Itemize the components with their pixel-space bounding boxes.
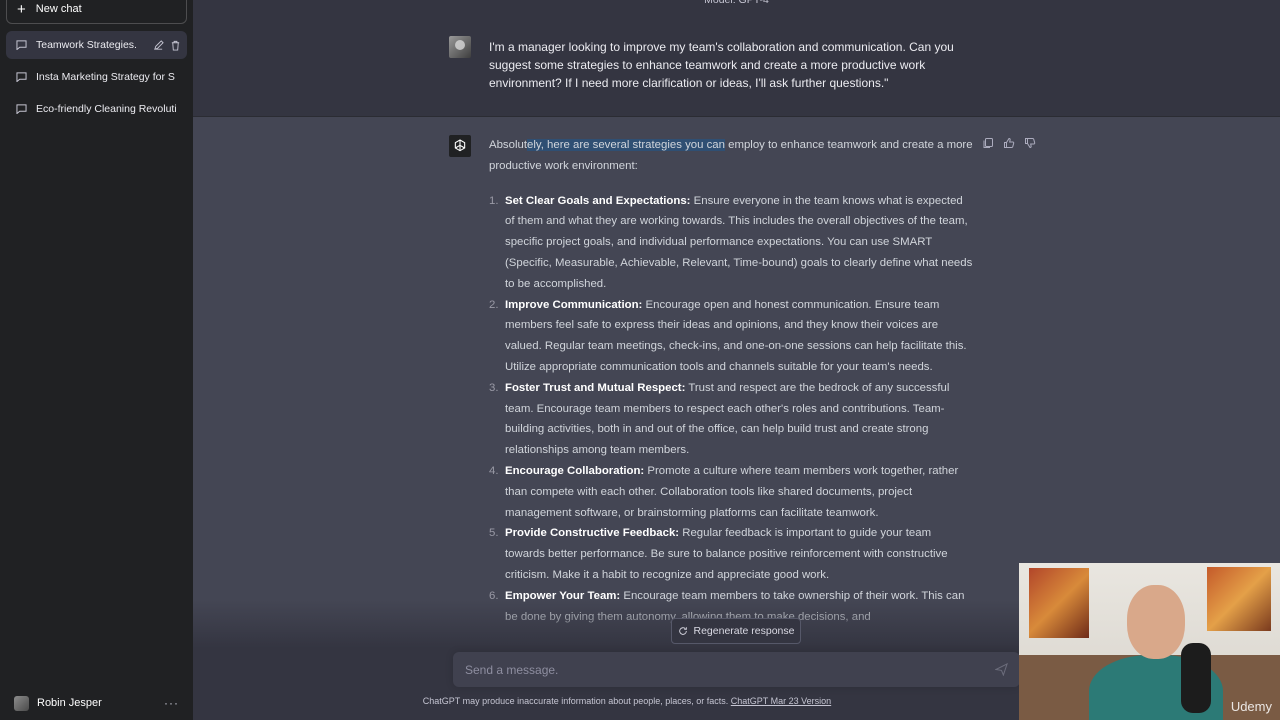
message-actions [982, 137, 1036, 149]
conversation-title: Teamwork Strategies. [36, 39, 137, 51]
assistant-intro: Absolutely, here are several strategies … [489, 135, 973, 177]
thumbs-up-icon[interactable] [1003, 137, 1015, 149]
conversation-title: Eco-friendly Cleaning Revoluti [36, 103, 177, 115]
model-label: Model: GPT-4 [704, 0, 769, 6]
sidebar: + New chat Teamwork Strategies. Insta Ma… [0, 0, 193, 720]
chat-bubble-icon [16, 72, 27, 82]
trash-icon[interactable] [170, 40, 181, 51]
refresh-icon [678, 627, 687, 635]
list-item: 5. Provide Constructive Feedback: Regular… [489, 523, 973, 585]
webcam-overlay: Udemy [1019, 563, 1280, 720]
list-number: 4. [489, 464, 499, 477]
version-link[interactable]: ChatGPT Mar 23 Version [731, 696, 831, 706]
item-title: Set Clear Goals and Expectations: [505, 194, 691, 207]
copy-icon[interactable] [982, 137, 994, 149]
regenerate-response-button[interactable]: Regenerate response [671, 618, 801, 644]
user-menu[interactable]: Robin Jesper ··· [6, 686, 187, 720]
thumbs-down-icon[interactable] [1024, 137, 1036, 149]
plus-icon: + [17, 0, 26, 18]
new-chat-label: New chat [35, 3, 82, 15]
strategy-list: 1. Set Clear Goals and Expectations: Ensu… [489, 191, 973, 628]
user-avatar [449, 36, 471, 58]
edit-icon[interactable] [153, 39, 164, 51]
conversation-item-eco[interactable]: Eco-friendly Cleaning Revoluti [6, 95, 187, 123]
list-number: 1. [489, 194, 499, 207]
conversation-item-teamwork[interactable]: Teamwork Strategies. [6, 31, 187, 59]
microphone [1181, 643, 1211, 713]
item-title: Improve Communication: [505, 298, 643, 311]
presenter-head [1127, 585, 1185, 659]
user-message-text: I'm a manager looking to improve my team… [489, 40, 954, 90]
more-icon[interactable]: ··· [164, 696, 179, 710]
chat-bubble-icon [16, 104, 27, 114]
send-icon[interactable] [995, 663, 1008, 676]
udemy-watermark: Udemy [1230, 699, 1272, 714]
assistant-message-text: Absolutely, here are several strategies … [489, 135, 973, 627]
item-title: Provide Constructive Feedback: [505, 527, 680, 540]
user-name: Robin Jesper [37, 697, 102, 709]
user-message: I'm a manager looking to improve my team… [193, 14, 1280, 117]
chat-bubble-icon [16, 40, 27, 50]
conversation-title: Insta Marketing Strategy for S [36, 71, 175, 83]
regenerate-label: Regenerate response [693, 625, 795, 637]
selected-text: ely, here are several strategies you can [527, 139, 725, 151]
list-number: 3. [489, 381, 499, 394]
new-chat-button[interactable]: + New chat [6, 0, 187, 24]
wall-art [1207, 567, 1271, 631]
intro-text-before: Absolut [489, 139, 527, 151]
disclaimer-text: ChatGPT may produce inaccurate informati… [422, 696, 731, 706]
list-number: 5. [489, 527, 499, 540]
list-item: 4. Encourage Collaboration: Promote a cul… [489, 461, 973, 523]
list-number: 2. [489, 298, 499, 311]
avatar [14, 695, 29, 711]
message-input[interactable] [465, 652, 985, 687]
list-item: 1. Set Clear Goals and Expectations: Ensu… [489, 191, 973, 295]
item-title: Foster Trust and Mutual Respect: [505, 381, 686, 394]
footer-disclaimer: ChatGPT may produce inaccurate informati… [193, 696, 1061, 706]
wall-art [1029, 568, 1089, 638]
list-item: 3. Foster Trust and Mutual Respect: Trust… [489, 378, 973, 461]
item-body: Ensure everyone in the team knows what i… [505, 194, 973, 290]
list-item: 2. Improve Communication: Encourage open … [489, 295, 973, 378]
item-title: Encourage Collaboration: [505, 464, 645, 477]
conversation-item-insta[interactable]: Insta Marketing Strategy for S [6, 63, 187, 91]
openai-logo-icon [449, 135, 471, 157]
message-composer [453, 652, 1020, 687]
